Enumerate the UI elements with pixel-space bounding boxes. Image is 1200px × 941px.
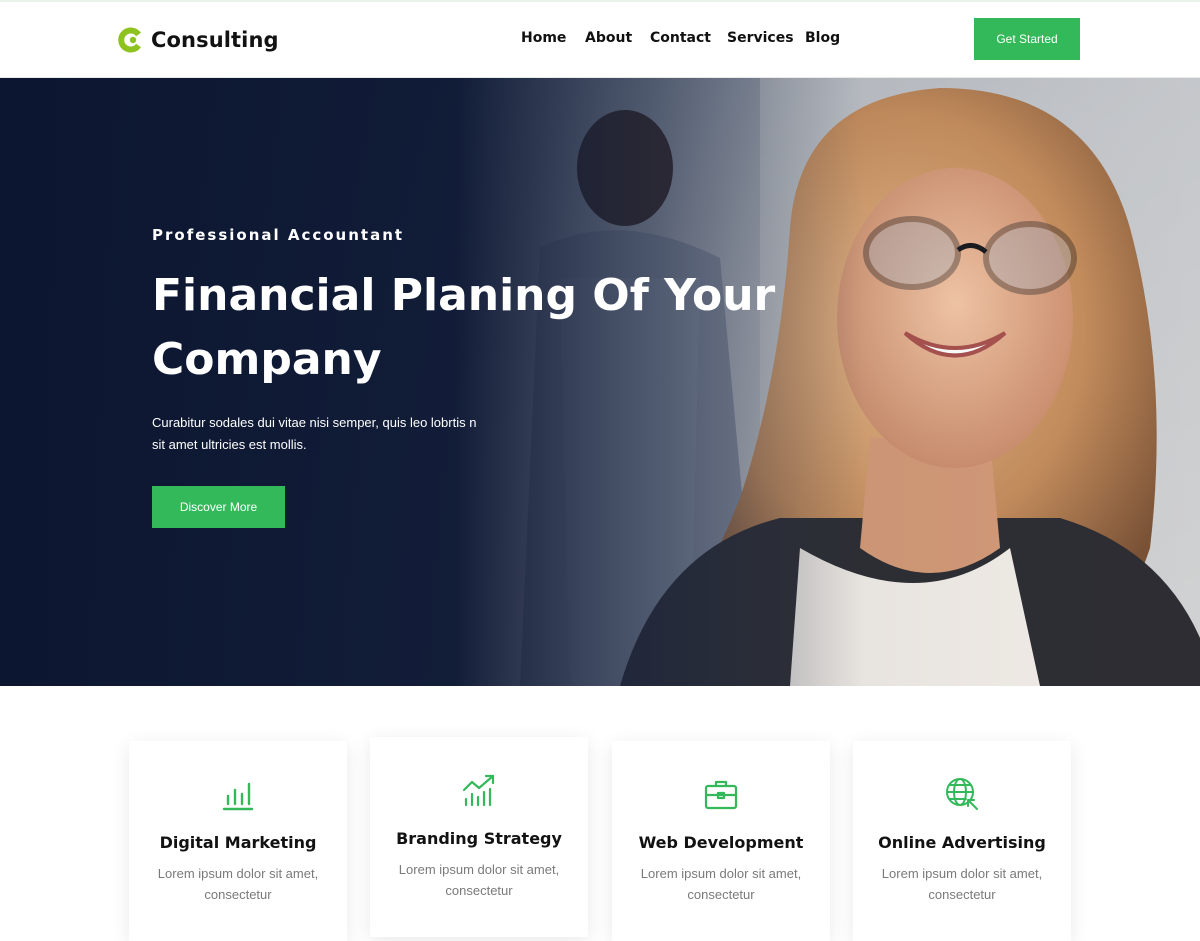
service-card-web-development[interactable]: Web Development Lorem ipsum dolor sit am… [612, 741, 830, 941]
brand-name: Consulting [151, 28, 279, 52]
service-text: Lorem ipsum dolor sit amet, consectetur [157, 866, 319, 902]
hero-description: Curabitur sodales dui vitae nisi semper,… [152, 415, 477, 452]
nav-home[interactable]: Home [521, 29, 566, 47]
service-title: Web Development [638, 833, 804, 852]
bar-chart-icon [222, 782, 254, 811]
service-text: Lorem ipsum dolor sit amet, consectetur [398, 862, 560, 898]
services-section: Digital Marketing Lorem ipsum dolor sit … [0, 686, 1200, 941]
service-title: Digital Marketing [159, 833, 317, 852]
service-title: Branding Strategy [396, 829, 562, 848]
globe-cursor-icon [946, 778, 978, 810]
nav-contact[interactable]: Contact [650, 29, 711, 47]
brand[interactable]: Consulting [117, 24, 279, 56]
service-card-digital-marketing[interactable]: Digital Marketing Lorem ipsum dolor sit … [129, 741, 347, 941]
briefcase-icon [704, 780, 738, 810]
discover-more-button[interactable]: Discover More [152, 486, 285, 528]
service-text: Lorem ipsum dolor sit amet, consectetur [640, 866, 802, 902]
hero-subtitle: Professional Accountant [152, 226, 405, 244]
hero-section: Professional Accountant Financial Planin… [0, 78, 1200, 686]
c-logo-icon [118, 27, 141, 53]
service-title: Online Advertising [878, 833, 1046, 852]
nav-blog[interactable]: Blog [805, 29, 840, 47]
site-header: Consulting Home About Contact Services B… [0, 2, 1200, 78]
service-card-online-advertising[interactable]: Online Advertising Lorem ipsum dolor sit… [853, 741, 1071, 941]
nav-about[interactable]: About [585, 29, 632, 47]
hero-title: Financial Planing Of Your Company [152, 270, 776, 385]
service-card-branding-strategy[interactable]: Branding Strategy Lorem ipsum dolor sit … [370, 737, 588, 937]
nav-services[interactable]: Services [727, 29, 794, 47]
trending-chart-icon [462, 774, 495, 807]
get-started-button[interactable]: Get Started [974, 18, 1080, 60]
service-text: Lorem ipsum dolor sit amet, consectetur [881, 866, 1043, 902]
